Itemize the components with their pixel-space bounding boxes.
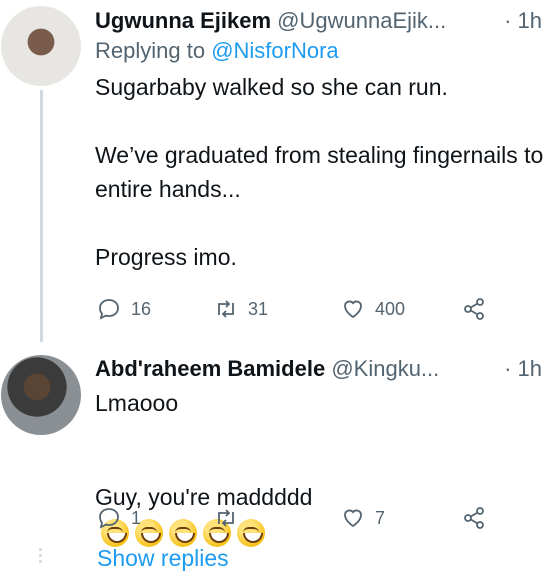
retweet-count: 31 — [248, 298, 269, 319]
replying-to: Replying to @NisforNora — [95, 36, 548, 66]
like-count: 7 — [375, 507, 386, 528]
tweet: Ugwunna Ejikem @UgwunnaEjik... · 1h Repl… — [95, 6, 548, 274]
retweet-icon — [218, 300, 234, 318]
show-replies-link[interactable]: Show replies — [97, 545, 229, 572]
user-handle[interactable]: @UgwunnaEjik... — [277, 8, 446, 33]
timestamp[interactable]: · 1h — [500, 6, 542, 36]
tweet-header: Abd'raheem Bamidele @Kingku... · 1h — [95, 354, 548, 384]
display-name[interactable]: Ugwunna Ejikem — [95, 8, 271, 33]
like-button[interactable]: 7 — [341, 506, 385, 530]
reply-count: 1 — [131, 507, 142, 528]
display-name[interactable]: Abd'raheem Bamidele — [95, 356, 325, 381]
share-button[interactable] — [462, 506, 486, 530]
thread-dots — [38, 548, 44, 566]
timestamp[interactable]: · 1h — [500, 354, 542, 384]
retweet-icon — [218, 509, 234, 527]
like-count: 400 — [375, 298, 406, 319]
reply-icon — [99, 508, 119, 529]
user-handle[interactable]: @Kingku... — [331, 356, 439, 381]
replying-prefix: Replying to — [95, 38, 212, 63]
like-button[interactable]: 400 — [341, 297, 405, 321]
retweet-button[interactable] — [214, 506, 248, 530]
reply-icon — [99, 299, 119, 320]
tweet-actions: 16 31 400 — [0, 294, 548, 324]
share-button[interactable] — [462, 297, 486, 321]
reply-button[interactable]: 1 — [97, 506, 141, 530]
share-icon — [464, 298, 484, 320]
tweet-actions: 1 7 — [0, 503, 548, 533]
tweet-text-line: Lmaooo — [95, 390, 179, 416]
tweet-header: Ugwunna Ejikem @UgwunnaEjik... · 1h — [95, 6, 548, 36]
like-icon — [344, 509, 362, 528]
mention-link[interactable]: @NisforNora — [211, 38, 338, 63]
reply-button[interactable]: 16 — [97, 297, 151, 321]
tweet-text: Sugarbaby walked so she can run. We’ve g… — [95, 74, 544, 270]
share-icon — [464, 507, 484, 529]
like-icon — [344, 300, 362, 319]
reply-count: 16 — [131, 298, 152, 319]
avatar[interactable] — [1, 355, 81, 435]
avatar[interactable] — [1, 6, 81, 86]
retweet-button[interactable]: 31 — [214, 297, 268, 321]
